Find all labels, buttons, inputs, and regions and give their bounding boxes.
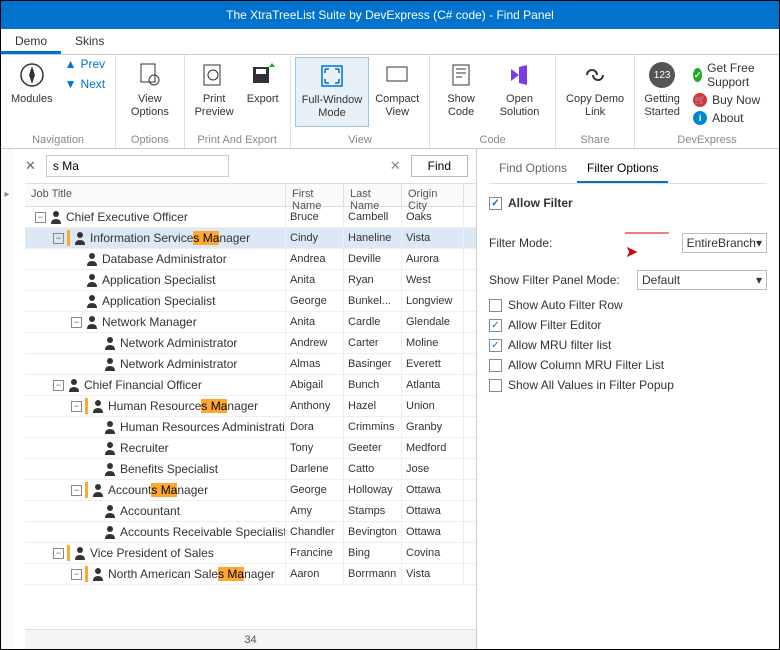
row-indicator: ▸ <box>1 149 13 649</box>
table-row[interactable]: Network AdministratorAlmasBasingerEveret… <box>25 354 476 375</box>
view-options-button[interactable]: View Options <box>120 57 179 127</box>
table-row[interactable]: Application SpecialistGeorgeBunkel...Lon… <box>25 291 476 312</box>
expand-icon[interactable]: − <box>71 485 82 496</box>
table-row[interactable]: −Information Services ManagerCindyHaneli… <box>25 228 476 249</box>
find-input[interactable] <box>46 155 229 177</box>
table-row[interactable]: Human Resources Administrativ...DoraCrim… <box>25 417 476 438</box>
table-row[interactable]: −Network ManagerAnitaCardleGlendale <box>25 312 476 333</box>
menu-skins[interactable]: Skins <box>61 29 118 54</box>
compass-icon <box>18 61 46 89</box>
table-row[interactable]: Accounts Receivable SpecialistChandlerBe… <box>25 522 476 543</box>
table-row[interactable]: Network AdministratorAndrewCarterMoline <box>25 333 476 354</box>
ribbon: Modules ▲Prev ▼Next Navigation View Opti… <box>1 55 779 149</box>
show-code-button[interactable]: Show Code <box>434 57 488 127</box>
table-row[interactable]: −Human Resources ManagerAnthonyHazelUnio… <box>25 396 476 417</box>
getting-started-button[interactable]: 123 Getting Started <box>639 57 685 127</box>
expand-icon[interactable]: − <box>53 380 64 391</box>
filter-panel-mode-select[interactable]: Default▾ <box>637 270 767 290</box>
col-first-name[interactable]: First Name <box>286 184 344 206</box>
table-row[interactable]: −North American Sales ManagerAaronBorrma… <box>25 564 476 585</box>
chk-auto-filter-row[interactable]: Show Auto Filter Row <box>489 298 767 312</box>
expand-icon[interactable]: − <box>71 569 82 580</box>
allow-filter-checkbox[interactable]: ✓ <box>489 197 502 210</box>
table-row[interactable]: −Chief Executive OfficerBruceCambellOaks <box>25 207 476 228</box>
full-window-mode-button[interactable]: Full-Window Mode <box>295 57 370 127</box>
compact-icon <box>383 61 411 89</box>
find-button[interactable]: Find <box>411 155 468 177</box>
export-button[interactable]: Export <box>240 57 286 127</box>
table-row[interactable]: Benefits SpecialistDarleneCattoJose <box>25 459 476 480</box>
check-icon: ✓ <box>693 68 702 82</box>
chk-show-all-values[interactable]: Show All Values in Filter Popup <box>489 378 767 392</box>
table-row[interactable]: AccountantAmyStampsOttawa <box>25 501 476 522</box>
code-page-icon <box>447 61 475 89</box>
col-origin-city[interactable]: Origin City <box>402 184 464 206</box>
arrow-right-icon: ———➤ <box>625 224 674 262</box>
window-title: The XtraTreeList Suite by DevExpress (C#… <box>1 1 779 29</box>
buy-now-link[interactable]: 🛒Buy Now <box>693 93 767 107</box>
link-icon <box>581 61 609 89</box>
clear-find-icon[interactable]: ✕ <box>390 158 401 174</box>
triangle-down-icon: ▼ <box>65 77 77 91</box>
tab-filter-options[interactable]: Filter Options <box>577 155 668 183</box>
allow-filter-label: Allow Filter <box>508 196 573 210</box>
info-icon: i <box>693 111 707 125</box>
print-preview-button[interactable]: Print Preview <box>189 57 240 127</box>
modules-button[interactable]: Modules <box>5 57 59 127</box>
open-solution-button[interactable]: Open Solution <box>488 57 551 127</box>
triangle-up-icon: ▲ <box>65 57 77 71</box>
expand-icon[interactable]: − <box>71 401 82 412</box>
chevron-down-icon: ▾ <box>756 273 762 287</box>
expand-icon[interactable]: − <box>53 233 64 244</box>
tree-list: Job Title First Name Last Name Origin Ci… <box>25 183 476 649</box>
table-row[interactable]: RecruiterTonyGeeterMedford <box>25 438 476 459</box>
table-row[interactable]: Database AdministratorAndreaDevilleAuror… <box>25 249 476 270</box>
options-panel: Find Options Filter Options ✓Allow Filte… <box>477 149 779 649</box>
123-icon: 123 <box>648 61 676 89</box>
fullscreen-icon <box>318 62 346 90</box>
group-share: Share <box>560 132 630 148</box>
prev-button[interactable]: ▲Prev <box>65 57 106 71</box>
next-button[interactable]: ▼Next <box>65 77 106 91</box>
chevron-down-icon: ▾ <box>756 236 762 250</box>
expand-icon[interactable]: − <box>71 317 82 328</box>
menu-demo[interactable]: Demo <box>1 29 61 54</box>
group-print-export: Print And Export <box>189 132 286 148</box>
table-row[interactable]: −Vice President of SalesFrancineBingCovi… <box>25 543 476 564</box>
expand-icon[interactable]: − <box>53 548 64 559</box>
group-view: View <box>295 132 426 148</box>
compact-view-button[interactable]: Compact View <box>369 57 425 127</box>
group-navigation: Navigation <box>5 132 111 148</box>
cart-icon: 🛒 <box>693 93 707 107</box>
tree-body[interactable]: −Chief Executive OfficerBruceCambellOaks… <box>25 207 476 629</box>
chk-allow-column-mru[interactable]: Allow Column MRU Filter List <box>489 358 767 372</box>
menubar: Demo Skins <box>1 29 779 55</box>
table-row[interactable]: −Accounts ManagerGeorgeHollowayOttawa <box>25 480 476 501</box>
table-row[interactable]: −Chief Financial OfficerAbigailBunchAtla… <box>25 375 476 396</box>
chk-allow-mru[interactable]: ✓Allow MRU filter list <box>489 338 767 352</box>
get-support-link[interactable]: ✓Get Free Support <box>693 61 767 89</box>
document-gear-icon <box>136 61 164 89</box>
tab-find-options[interactable]: Find Options <box>489 155 577 183</box>
group-code: Code <box>434 132 551 148</box>
floppy-export-icon <box>249 61 277 89</box>
magnifier-icon <box>200 61 228 89</box>
visual-studio-icon <box>505 61 533 89</box>
filter-mode-select[interactable]: EntireBranch▾ <box>682 233 767 253</box>
expand-icon[interactable]: − <box>35 212 46 223</box>
group-options: Options <box>120 132 179 148</box>
table-row[interactable]: Application SpecialistAnitaRyanWest <box>25 270 476 291</box>
chk-allow-filter-editor[interactable]: ✓Allow Filter Editor <box>489 318 767 332</box>
filter-panel-mode-label: Show Filter Panel Mode: <box>489 273 629 287</box>
group-devexpress: DevExpress <box>639 132 775 148</box>
col-last-name[interactable]: Last Name <box>344 184 402 206</box>
close-find-button[interactable]: ✕ <box>21 158 40 174</box>
find-panel: ✕ ✕ Find <box>13 149 476 183</box>
col-job-title[interactable]: Job Title <box>25 184 286 206</box>
status-bar: 34 <box>25 629 476 649</box>
column-header-row: Job Title First Name Last Name Origin Ci… <box>25 183 476 207</box>
copy-demo-link-button[interactable]: Copy Demo Link <box>560 57 630 127</box>
about-link[interactable]: iAbout <box>693 111 767 125</box>
filter-mode-label: Filter Mode: <box>489 236 617 250</box>
